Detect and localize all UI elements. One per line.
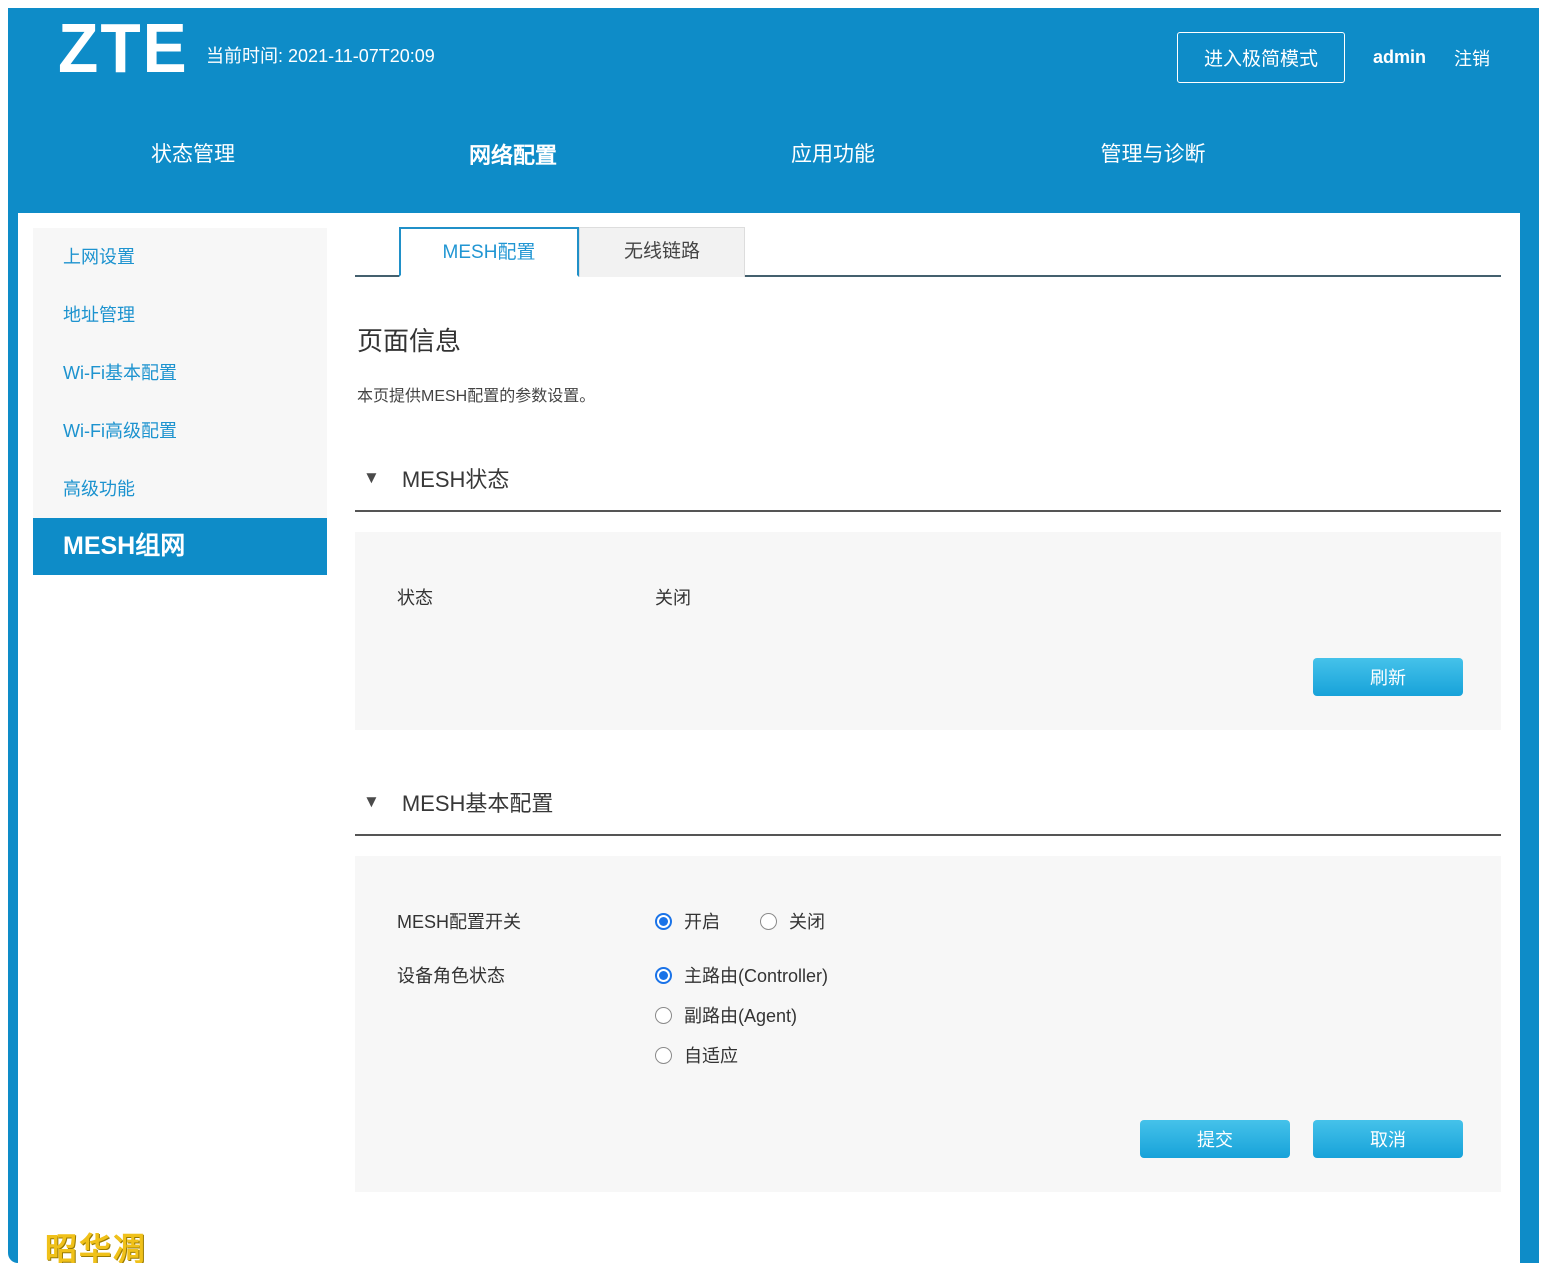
radio-option-label: 关闭: [789, 908, 825, 934]
enter-simple-mode-button[interactable]: 进入极简模式: [1177, 32, 1345, 83]
radio-option-disable[interactable]: 关闭: [760, 908, 825, 934]
sidebar-item-internet-settings[interactable]: 上网设置: [33, 228, 327, 286]
radio-option-label: 副路由(Agent): [684, 1002, 797, 1028]
header: ZTE 当前时间: 2021-11-07T20:09 进入极简模式 admin …: [18, 8, 1520, 213]
device-role-row: 设备角色状态 主路由(Controller) 副路由(Agent) 自适应: [355, 956, 1501, 1074]
radio-option-label: 开启: [684, 908, 720, 934]
radio-unselected-icon[interactable]: [760, 913, 777, 930]
sidebar-item-wifi-advanced[interactable]: Wi-Fi高级配置: [33, 402, 327, 460]
radio-selected-icon[interactable]: [655, 913, 672, 930]
sidebar-item-advanced-functions[interactable]: 高级功能: [33, 460, 327, 518]
sidebar-item-wifi-basic[interactable]: Wi-Fi基本配置: [33, 344, 327, 402]
radio-option-label: 自适应: [684, 1042, 738, 1068]
radio-unselected-icon[interactable]: [655, 1007, 672, 1024]
current-time: 当前时间: 2021-11-07T20:09: [206, 42, 435, 68]
current-time-label: 当前时间:: [206, 46, 283, 66]
mesh-config-panel: MESH配置开关 开启 关闭 设备角色状态: [355, 856, 1501, 1192]
refresh-button-row: 刷新: [355, 658, 1501, 696]
tab-wireless-link[interactable]: 无线链路: [579, 227, 745, 277]
nav-item-management[interactable]: 管理与诊断: [993, 138, 1313, 170]
page-frame: ZTE 当前时间: 2021-11-07T20:09 进入极简模式 admin …: [8, 8, 1539, 1263]
section-divider: [355, 510, 1501, 512]
status-label: 状态: [355, 584, 655, 610]
tab-mesh-config[interactable]: MESH配置: [399, 227, 579, 277]
section-divider: [355, 834, 1501, 836]
content: 上网设置 地址管理 Wi-Fi基本配置 Wi-Fi高级配置 高级功能 MESH组…: [18, 213, 1520, 1192]
nav-item-status[interactable]: 状态管理: [33, 138, 353, 170]
sidebar: 上网设置 地址管理 Wi-Fi基本配置 Wi-Fi高级配置 高级功能 MESH组…: [33, 228, 327, 575]
mesh-status-section-title: MESH状态: [402, 462, 510, 494]
device-role-label: 设备角色状态: [355, 956, 655, 988]
refresh-button[interactable]: 刷新: [1313, 658, 1463, 696]
mesh-switch-label: MESH配置开关: [355, 908, 655, 934]
radio-option-agent[interactable]: 副路由(Agent): [655, 1002, 828, 1028]
status-value: 关闭: [655, 584, 691, 610]
radio-unselected-icon[interactable]: [655, 1047, 672, 1064]
header-right: 进入极简模式 admin 注销: [1177, 32, 1490, 83]
mesh-config-section-title: MESH基本配置: [402, 786, 554, 818]
sidebar-item-address-management[interactable]: 地址管理: [33, 286, 327, 344]
main-panel: MESH配置 无线链路 页面信息 本页提供MESH配置的参数设置。 ▼ MESH…: [355, 227, 1501, 1192]
sidebar-item-mesh-networking[interactable]: MESH组网: [33, 518, 327, 575]
page-title: 页面信息: [357, 321, 1501, 358]
watermark-text: 昭华凋: [45, 1224, 205, 1263]
nav-item-network[interactable]: 网络配置: [353, 138, 673, 170]
username: admin: [1373, 47, 1426, 68]
zte-logo: ZTE: [58, 8, 189, 88]
radio-option-label: 主路由(Controller): [684, 962, 828, 988]
collapse-triangle-icon[interactable]: ▼: [363, 792, 380, 812]
radio-selected-icon[interactable]: [655, 967, 672, 984]
page-description: 本页提供MESH配置的参数设置。: [357, 382, 1501, 406]
mesh-status-panel: 状态 关闭 刷新: [355, 532, 1501, 730]
device-role-options: 主路由(Controller) 副路由(Agent) 自适应: [655, 956, 828, 1074]
status-row: 状态 关闭: [355, 574, 1501, 620]
submit-button[interactable]: 提交: [1140, 1120, 1290, 1158]
tab-bar: MESH配置 无线链路: [355, 227, 1501, 277]
mesh-switch-options: 开启 关闭: [655, 908, 825, 934]
form-button-row: 提交 取消: [355, 1120, 1501, 1158]
mesh-status-section-header[interactable]: ▼ MESH状态: [355, 462, 1501, 494]
radio-option-enable[interactable]: 开启: [655, 908, 720, 934]
watermark-logo: 昭华凋 Zhao Hua Diao: [45, 1224, 205, 1263]
radio-option-adaptive[interactable]: 自适应: [655, 1042, 828, 1068]
logout-link[interactable]: 注销: [1454, 45, 1490, 71]
collapse-triangle-icon[interactable]: ▼: [363, 468, 380, 488]
radio-option-controller[interactable]: 主路由(Controller): [655, 962, 828, 988]
main-nav: 状态管理 网络配置 应用功能 管理与诊断: [33, 138, 1313, 170]
current-time-value: 2021-11-07T20:09: [288, 46, 435, 66]
nav-item-apps[interactable]: 应用功能: [673, 138, 993, 170]
mesh-switch-row: MESH配置开关 开启 关闭: [355, 898, 1501, 944]
cancel-button[interactable]: 取消: [1313, 1120, 1463, 1158]
mesh-config-section-header[interactable]: ▼ MESH基本配置: [355, 786, 1501, 818]
